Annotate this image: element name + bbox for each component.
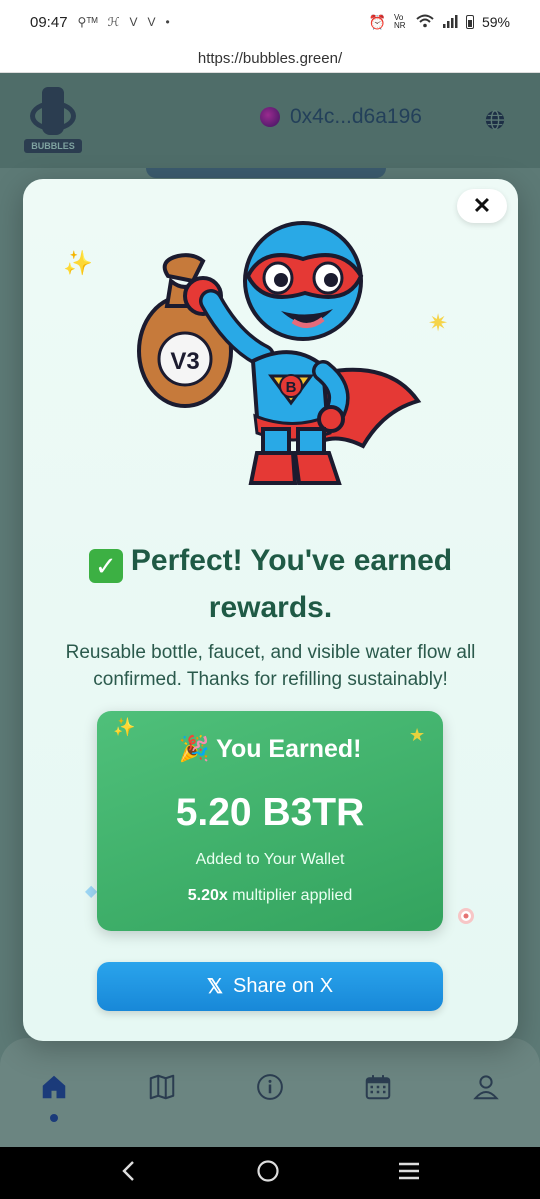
reward-modal: ✕ ✨ ✷ V3 B ✓ Perfect! You've earned rewa… [23,179,518,1041]
close-button[interactable]: ✕ [457,189,507,223]
share-label: Share on X [233,975,334,997]
success-headline: ✓ Perfect! You've earned rewards. [43,537,498,631]
battery-icon [465,15,474,29]
wallet-avatar-icon [260,107,280,127]
notification-icon: • [165,15,170,29]
notification-icon: V [147,15,156,29]
headline-text: Perfect! You've earned rewards. [130,544,453,624]
wifi-icon [416,14,434,31]
multiplier-text: 5.20x multiplier applied [97,887,443,905]
x-logo-icon: 𝕏 [206,976,224,998]
background-banner [146,168,386,178]
share-on-x-button[interactable]: 𝕏 Share on X [97,962,443,1011]
calendar-icon [365,1075,391,1100]
back-icon[interactable] [119,1160,139,1187]
bottom-nav [0,1038,540,1147]
earned-title: 🎉 You Earned! [97,735,443,764]
bubbles-logo[interactable]: BUBBLES [24,85,82,155]
diamond-icon: ◆ [85,883,98,900]
signal-icon [442,14,458,31]
bag-label: V3 [170,348,199,375]
profile-icon [473,1075,499,1100]
map-icon [149,1074,175,1100]
recents-icon[interactable] [397,1161,421,1186]
status-bar: 09:47 ⚲ᵀᴹ ℋ V V • ⏰ Vo NR 59% [0,0,540,44]
wallet-button[interactable]: 0x4c...d6a196 [260,105,422,129]
multiplier-value: 5.20x [187,887,228,904]
nav-profile[interactable] [466,1072,506,1112]
alarm-icon: ⏰ [368,13,386,30]
target-icon [457,907,475,930]
check-icon: ✓ [88,549,123,583]
wallet-address: 0x4c...d6a196 [290,105,422,128]
app-header: BUBBLES 0x4c...d6a196 [0,73,540,168]
nav-info[interactable] [250,1072,290,1112]
notification-icon: ⚲ᵀᴹ [77,15,98,29]
party-popper-icon: 🎉 [178,735,210,763]
globe-icon[interactable] [484,109,506,131]
info-icon [257,1074,283,1100]
earned-amount: 5.20 B3TR [175,791,365,834]
earned-subtitle: Added to Your Wallet [195,851,345,868]
home-icon [42,1075,66,1099]
logo-text: BUBBLES [24,139,82,153]
notification-icon: V [129,15,138,29]
notification-icons: ⚲ᵀᴹ ℋ V V • [78,15,170,29]
active-indicator [50,1114,58,1122]
star-icon: ✷ [428,310,449,337]
home-circle-icon[interactable] [256,1159,280,1188]
nav-home[interactable] [34,1072,74,1122]
url-bar[interactable]: https://bubbles.green/ [0,44,540,73]
notification-icon: ℋ [107,15,120,29]
battery-percent: 59% [481,14,510,30]
volte-label: Vo NR [393,13,406,30]
sparkle-icon: ✨ [63,250,93,277]
nav-map[interactable] [142,1072,182,1112]
status-time: 09:47 [30,13,68,31]
status-right: ⏰ Vo NR 59% [369,14,510,31]
nav-calendar[interactable] [358,1072,398,1112]
mascot-illustration: V3 B [137,221,422,485]
success-description: Reusable bottle, faucet, and visible wat… [65,642,476,690]
chest-emblem-text: B [286,379,297,396]
earned-title-text: You Earned! [216,735,362,763]
multiplier-suffix: multiplier applied [227,887,353,904]
system-nav-bar [0,1147,540,1199]
earned-card: ✨ ★ 🎉 You Earned! 5.20 B3TR Added to You… [97,711,443,931]
